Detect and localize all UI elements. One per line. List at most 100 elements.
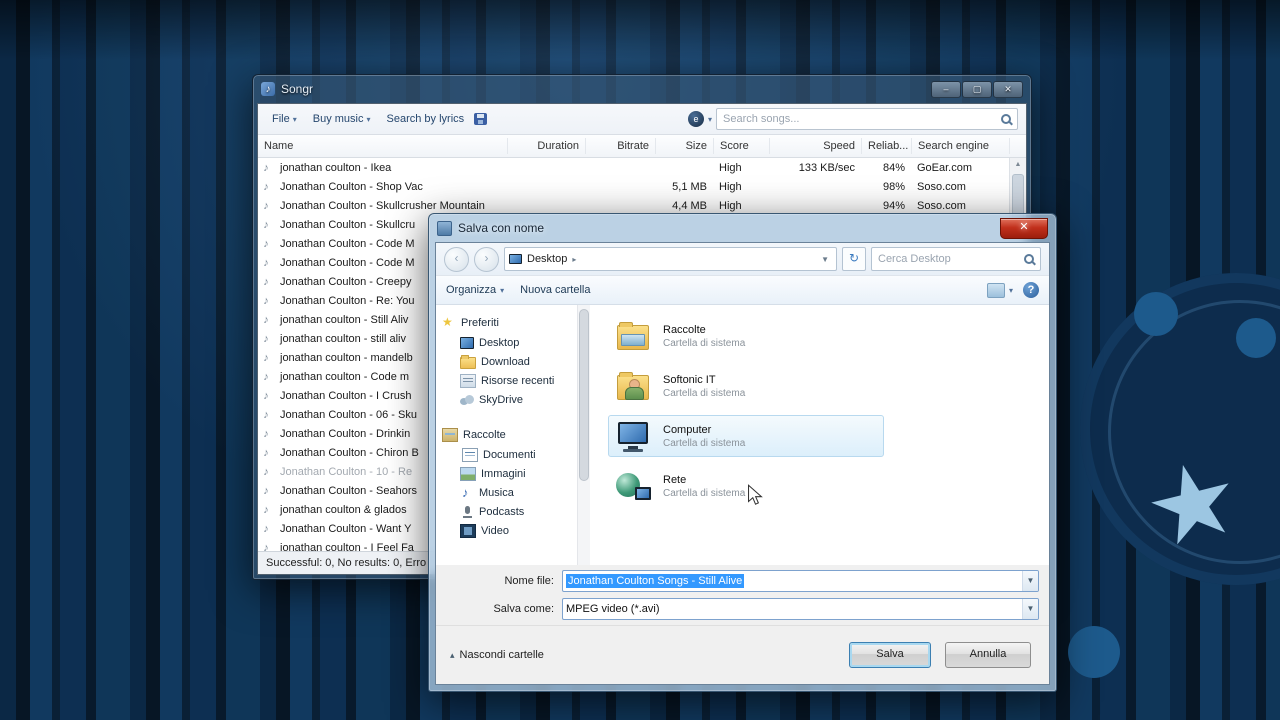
filetype-value[interactable]: MPEG video (*.avi) xyxy=(566,603,660,615)
column-header-speed[interactable]: Speed xyxy=(770,138,862,154)
sidebar-item-video[interactable]: Video xyxy=(442,521,577,540)
song-search-field[interactable] xyxy=(716,108,1018,130)
hide-folders-button[interactable]: ▴ Nascondi cartelle xyxy=(450,649,544,661)
music-note-icon: ♪ xyxy=(263,427,269,440)
music-note-icon: ♪ xyxy=(263,332,269,345)
sidebar-group-label: Preferiti xyxy=(461,317,499,329)
dialog-search-input[interactable] xyxy=(876,252,1023,266)
column-header-size[interactable]: Size xyxy=(656,138,714,154)
menu-search-by-lyrics[interactable]: Search by lyrics xyxy=(381,110,471,128)
folder-icon xyxy=(460,354,476,369)
column-header-name[interactable]: Name xyxy=(258,138,508,154)
chevron-down-icon: ▾ xyxy=(292,114,297,124)
breadcrumb-location[interactable]: Desktop xyxy=(527,253,567,265)
songr-app-icon: ♪ xyxy=(261,82,275,96)
music-note-icon: ♪ xyxy=(263,484,269,497)
sidebar-item-label: Podcasts xyxy=(479,505,525,518)
sidebar-group-preferiti[interactable]: Preferiti xyxy=(442,313,577,333)
menu-buy-music[interactable]: Buy music ▾ xyxy=(307,110,377,128)
podcast-icon xyxy=(460,505,474,518)
sidebar-item-label: Video xyxy=(481,524,509,537)
song-name: Jonathan Coulton - Skullcrusher Mountain xyxy=(280,199,485,212)
cancel-button[interactable]: Annulla xyxy=(945,642,1031,668)
music-note-icon: ♪ xyxy=(263,389,269,402)
views-icon xyxy=(986,282,1005,298)
scrollbar-thumb[interactable] xyxy=(579,309,589,481)
scroll-up-icon[interactable]: ▲ xyxy=(1010,161,1026,168)
column-header-duration[interactable]: Duration xyxy=(508,138,586,154)
music-note-icon: ♪ xyxy=(263,161,269,174)
sidebar-item-musica[interactable]: Musica xyxy=(442,483,577,502)
maximize-button[interactable]: ▢ xyxy=(962,80,992,98)
sidebar-item-risorse-recenti[interactable]: Risorse recenti xyxy=(442,371,577,390)
sidebar-item-podcasts[interactable]: Podcasts xyxy=(442,502,577,521)
sidebar-group-raccolte[interactable]: Raccolte xyxy=(442,425,577,445)
sidebar-item-label: Immagini xyxy=(481,467,526,480)
filename-label: Nome file: xyxy=(504,575,554,587)
doc-icon xyxy=(462,447,478,462)
chevron-right-icon[interactable]: ▸ xyxy=(572,255,576,264)
file-item-raccolte[interactable]: Raccolte Cartella di sistema xyxy=(608,315,884,357)
file-item-softonic-it[interactable]: Softonic IT Cartella di sistema xyxy=(608,365,884,407)
combo-arrow-icon[interactable]: ▼ xyxy=(1022,599,1038,619)
filename-value[interactable]: Jonathan Coulton Songs - Still Alive xyxy=(566,574,745,588)
combo-arrow-icon[interactable]: ▼ xyxy=(1022,571,1038,591)
column-header-score[interactable]: Score xyxy=(714,138,770,154)
chevron-down-icon: ▾ xyxy=(1008,285,1013,295)
sidebar-item-label: Desktop xyxy=(479,336,520,349)
filename-input[interactable]: Jonathan Coulton Songs - Still Alive ▼ xyxy=(562,570,1039,592)
file-item-computer[interactable]: Computer Cartella di sistema xyxy=(608,415,884,457)
menu-file[interactable]: File ▾ xyxy=(266,110,303,128)
libraries-icon xyxy=(615,320,653,352)
song-row[interactable]: ♪ jonathan coulton - Ikea High 133 KB/sec 84… xyxy=(258,158,1009,177)
chevron-down-icon[interactable]: ▾ xyxy=(708,115,712,124)
help-icon[interactable]: ? xyxy=(1023,282,1039,298)
library-icon xyxy=(442,428,458,442)
songr-titlebar[interactable]: ♪ Songr – ▢ ✕ xyxy=(253,75,1031,103)
songr-window-title: Songr xyxy=(281,82,314,96)
column-header-reliab[interactable]: Reliab... xyxy=(862,138,912,154)
sidebar-item-documenti[interactable]: Documenti xyxy=(442,445,577,464)
new-folder-button[interactable]: Nuova cartella xyxy=(520,284,590,296)
song-search-input[interactable] xyxy=(721,112,1000,126)
search-icon[interactable] xyxy=(1023,253,1036,266)
address-dropdown-icon[interactable]: ▼ xyxy=(818,255,832,264)
computer-icon xyxy=(615,420,653,452)
minimize-button[interactable]: – xyxy=(931,80,961,98)
close-button[interactable]: ✕ xyxy=(993,80,1023,98)
forward-button[interactable]: › xyxy=(474,246,499,272)
dialog-bottom-bar: ▴ Nascondi cartelle Salva Annulla xyxy=(436,625,1049,684)
dialog-titlebar[interactable]: Salva con nome ✕ xyxy=(429,214,1056,242)
sidebar-item-immagini[interactable]: Immagini xyxy=(442,464,577,483)
breadcrumb[interactable]: Desktop ▸ ▼ xyxy=(504,247,837,271)
close-button[interactable]: ✕ xyxy=(1000,217,1048,239)
sidebar-item-skydrive[interactable]: SkyDrive xyxy=(442,390,577,409)
column-header-bitrate[interactable]: Bitrate xyxy=(586,138,656,154)
chevron-down-icon: ▾ xyxy=(500,285,505,295)
song-row[interactable]: ♪ Jonathan Coulton - Shop Vac 5,1 MB High 98… xyxy=(258,177,1009,196)
search-icon[interactable] xyxy=(1000,113,1013,126)
save-as-dialog: Salva con nome ✕ ‹ › Desktop ▸ ▼ ↻ Organ… xyxy=(428,213,1057,692)
file-item-name: Raccolte xyxy=(663,323,706,336)
save-playlist-icon[interactable] xyxy=(474,113,488,125)
music-note-icon: ♪ xyxy=(263,522,269,535)
dialog-search-field[interactable] xyxy=(871,247,1041,271)
music-note-icon: ♪ xyxy=(263,218,269,231)
file-item-name: Rete xyxy=(663,473,687,486)
music-note-icon: ♪ xyxy=(263,256,269,269)
music-note-icon: ♪ xyxy=(263,541,269,552)
sidebar-item-desktop[interactable]: Desktop xyxy=(442,333,577,352)
organize-button[interactable]: Organizza ▾ xyxy=(446,284,504,296)
column-header-search-engine[interactable]: Search engine xyxy=(912,138,1010,154)
views-button[interactable]: ▾ xyxy=(986,282,1013,298)
back-button[interactable]: ‹ xyxy=(444,246,469,272)
sidebar-scrollbar[interactable] xyxy=(577,305,590,565)
toolbar-right: ▾ ? xyxy=(986,282,1039,298)
search-engine-icon[interactable]: e xyxy=(687,111,704,127)
chevron-up-icon: ▴ xyxy=(450,649,455,660)
sidebar-item-label: Documenti xyxy=(483,448,536,461)
refresh-button[interactable]: ↻ xyxy=(842,247,866,271)
filetype-select[interactable]: MPEG video (*.avi) ▼ xyxy=(562,598,1039,620)
sidebar-item-download[interactable]: Download xyxy=(442,352,577,371)
save-button[interactable]: Salva xyxy=(849,642,931,668)
